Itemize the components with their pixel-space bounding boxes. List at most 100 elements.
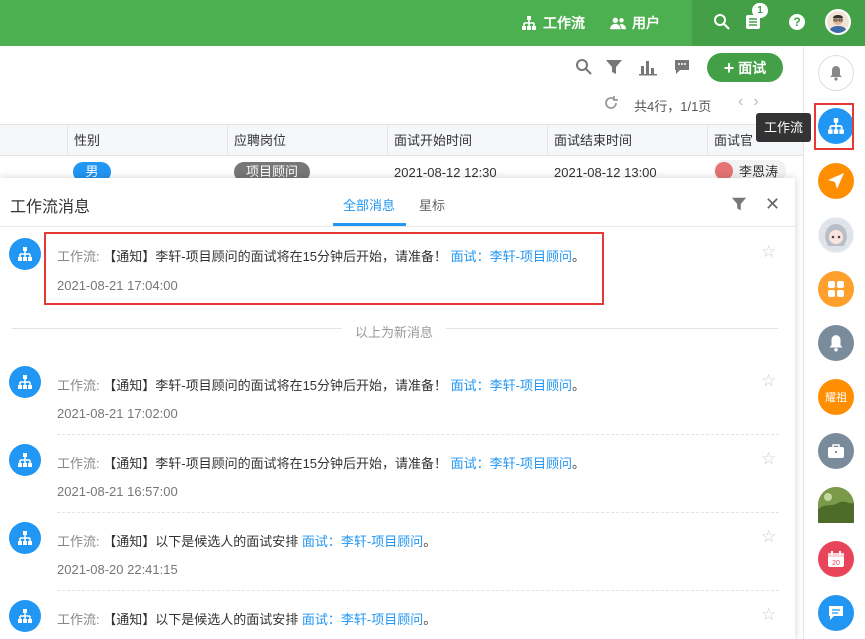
nav-users[interactable]: 用户: [610, 13, 660, 33]
message-source: 工作流:: [57, 378, 100, 393]
prev-page-icon[interactable]: ‹: [738, 93, 753, 110]
add-interview-label: 面试: [738, 59, 767, 76]
message-link[interactable]: 面试：李轩-项目顾问: [302, 534, 423, 549]
workflow-icon: [522, 16, 536, 30]
message-text: 工作流: 【通知】以下是候选人的面试安排 面试：李轩-项目顾问。: [57, 531, 436, 550]
nav-users-label: 用户: [632, 15, 660, 31]
next-page-icon[interactable]: ›: [753, 93, 768, 110]
workflow-icon: [18, 247, 32, 261]
svg-text:?: ?: [793, 15, 800, 29]
workflow-icon: [18, 375, 32, 389]
message-text: 工作流: 【通知】李轩-项目顾问的面试将在15分钟后开始，请准备！ 面试：李轩-…: [57, 375, 585, 394]
notification-badge: 1: [752, 3, 768, 18]
column-header-gender[interactable]: 性别: [67, 125, 227, 156]
message-workflow-icon: [9, 444, 41, 476]
message-text: 工作流: 【通知】以下是候选人的面试安排 面试：李轩-项目顾问。: [57, 609, 436, 628]
filter-icon[interactable]: [731, 196, 747, 212]
sidebar-item-apps[interactable]: [818, 271, 854, 307]
nav-workflow-label: 工作流: [543, 15, 585, 31]
refresh-icon[interactable]: [603, 95, 619, 111]
message-body: 【通知】以下是候选人的面试安排: [103, 534, 299, 549]
pager-text: 共4行，1/1页: [634, 99, 712, 114]
sidebar-bell-top[interactable]: [818, 55, 854, 91]
message-suffix: 。: [572, 456, 586, 471]
new-messages-divider: 以上为新消息: [355, 325, 434, 340]
message-body: 【通知】李轩-项目顾问的面试将在15分钟后开始，请准备！: [103, 456, 448, 471]
message-workflow-icon: [9, 366, 41, 398]
star-icon[interactable]: ☆: [761, 242, 776, 262]
calendar-icon: 20: [828, 551, 844, 567]
star-icon[interactable]: ☆: [761, 527, 776, 547]
message-link[interactable]: 面试：李轩-项目顾问: [451, 378, 572, 393]
message-time: 2021-08-20 22:41:15: [57, 562, 178, 577]
users-icon: [610, 17, 626, 30]
chat-icon: [829, 606, 843, 620]
close-icon[interactable]: ✕: [765, 194, 780, 215]
anime-avatar-icon: [819, 218, 853, 252]
message-separator: [57, 512, 779, 513]
message-suffix: 。: [423, 612, 437, 627]
message-text: 工作流: 【通知】李轩-项目顾问的面试将在15分钟后开始，请准备！ 面试：李轩-…: [57, 453, 585, 472]
workflow-icon: [18, 531, 32, 545]
column-header-end[interactable]: 面试结束时间: [547, 125, 707, 156]
sidebar-item-photo[interactable]: [818, 487, 854, 523]
workflow-icon: [18, 453, 32, 467]
tab-starred[interactable]: 星标: [419, 195, 445, 214]
message-separator: [57, 434, 779, 435]
message-source: 工作流:: [57, 612, 100, 627]
message-workflow-icon: [9, 522, 41, 554]
message-separator: [57, 590, 779, 591]
help-button[interactable]: ?: [787, 12, 807, 32]
message-workflow-icon: [9, 600, 41, 632]
user-avatar[interactable]: [825, 9, 851, 35]
column-header-start[interactable]: 面试开始时间: [387, 125, 547, 156]
page-arrows[interactable]: ‹›: [738, 93, 769, 111]
plus-icon: +: [723, 57, 735, 78]
comment-icon[interactable]: [673, 58, 691, 76]
add-interview-button[interactable]: + 面试: [707, 53, 783, 82]
sidebar-item-send[interactable]: [818, 163, 854, 199]
sidebar-item-calendar[interactable]: 20: [818, 541, 854, 577]
message-link[interactable]: 面试：李轩-项目顾问: [451, 456, 572, 471]
workflow-icon: [18, 609, 32, 623]
help-icon: ?: [789, 14, 805, 30]
sidebar-item-group[interactable]: 耀祖: [818, 379, 854, 415]
message-body: 【通知】李轩-项目顾问的面试将在15分钟后开始，请准备！: [103, 378, 448, 393]
nav-workflow[interactable]: 工作流: [521, 13, 585, 33]
sidebar-item-briefcase[interactable]: [818, 433, 854, 469]
message-body: 【通知】以下是候选人的面试安排: [103, 612, 299, 627]
panel-header-divider: [0, 226, 795, 227]
send-icon: [828, 173, 844, 189]
chart-icon[interactable]: [639, 58, 657, 76]
message-suffix: 。: [423, 534, 437, 549]
star-icon[interactable]: ☆: [761, 371, 776, 391]
sidebar-item-avatar[interactable]: [818, 217, 854, 253]
message-time: 2021-08-21 17:02:00: [57, 406, 178, 421]
briefcase-icon: [828, 444, 844, 458]
bell-icon: [829, 335, 843, 352]
workflow-tooltip: 工作流: [756, 113, 811, 142]
active-item-highlight: [814, 103, 854, 150]
panel-title: 工作流消息: [10, 199, 91, 216]
bell-icon: [830, 66, 842, 81]
avatar-icon: [829, 15, 847, 33]
message-suffix: 。: [572, 378, 586, 393]
message-source: 工作流:: [57, 456, 100, 471]
star-icon[interactable]: ☆: [761, 605, 776, 625]
sidebar-item-chat[interactable]: [818, 595, 854, 631]
column-header-position[interactable]: 应聘岗位: [227, 125, 387, 156]
calendar-day: 20: [832, 560, 840, 567]
message-link[interactable]: 面试：李轩-项目顾问: [302, 612, 423, 627]
grid-icon: [828, 281, 844, 297]
search-button[interactable]: [712, 12, 732, 32]
star-icon[interactable]: ☆: [761, 449, 776, 469]
tab-all-messages[interactable]: 全部消息: [343, 195, 395, 214]
message-time: 2021-08-21 16:57:00: [57, 484, 178, 499]
filter-icon[interactable]: [605, 58, 623, 76]
search-icon[interactable]: [575, 58, 593, 76]
sidebar-item-notifications[interactable]: [818, 325, 854, 361]
new-divider-line-right: [446, 328, 778, 329]
message-workflow-icon: [9, 238, 41, 270]
new-divider-line-left: [12, 328, 342, 329]
interviewer-avatar: [715, 161, 733, 180]
